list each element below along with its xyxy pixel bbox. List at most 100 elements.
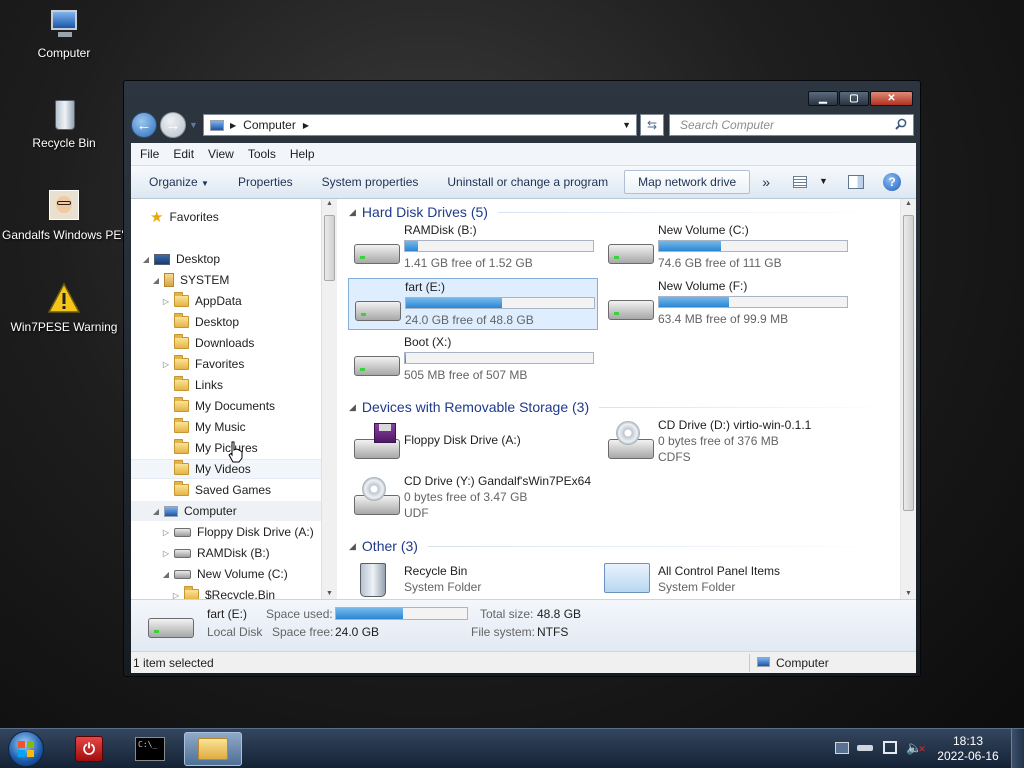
help-icon[interactable]: ? [883, 173, 901, 191]
tree-item-computer[interactable]: ◢ Computer [131, 501, 321, 521]
device-tile-cd-d[interactable]: CD Drive (D:) virtio-win-0.1.1 0 bytes f… [602, 417, 852, 469]
menu-file[interactable]: File [140, 147, 159, 161]
group-header-hard-disk-drives[interactable]: ◢ Hard Disk Drives (5) [349, 202, 889, 222]
other-tile-control-panel[interactable]: All Control Panel Items System Folder [602, 559, 852, 599]
tree-item-my-videos[interactable]: My Videos [131, 459, 321, 479]
close-button[interactable]: ✕ [870, 91, 913, 106]
properties-button[interactable]: Properties [238, 175, 293, 189]
expand-arrow-icon[interactable]: ▷ [171, 591, 181, 600]
scroll-thumb[interactable] [903, 215, 914, 511]
breadcrumb-chevron-icon[interactable]: ▶ [303, 121, 309, 130]
expand-arrow-icon[interactable]: ▷ [161, 528, 171, 537]
expand-arrow-icon[interactable]: ▷ [161, 297, 171, 306]
taskbar-shutdown-button[interactable]: ⏻ [60, 732, 118, 766]
back-button[interactable]: ← [131, 112, 157, 138]
group-header-other[interactable]: ◢ Other (3) [349, 536, 889, 556]
tree-item-system[interactable]: ◢ SYSTEM [151, 270, 229, 290]
nav-favorites[interactable]: ★ Favorites [150, 207, 219, 227]
drive-free-space: 24.0 GB free of 48.8 GB [405, 313, 534, 327]
collapse-arrow-icon[interactable]: ◢ [349, 541, 356, 552]
show-desktop-button[interactable] [1011, 729, 1024, 768]
breadcrumb-chevron-icon[interactable]: ▶ [230, 121, 236, 130]
maximize-button[interactable]: ▢ [839, 91, 869, 106]
tree-item-recycle-bin-folder[interactable]: ▷ $Recycle.Bin [171, 585, 275, 599]
system-properties-button[interactable]: System properties [322, 175, 419, 189]
device-tile-floppy-a[interactable]: Floppy Disk Drive (A:) [348, 417, 598, 469]
drive-tile-new-volume-c[interactable]: New Volume (C:) 74.6 GB free of 111 GB [602, 222, 852, 274]
scroll-thumb[interactable] [324, 215, 335, 281]
preview-pane-icon[interactable] [848, 175, 864, 189]
tree-item-new-volume-c[interactable]: ◢ New Volume (C:) [161, 564, 288, 584]
drive-name: RAMDisk (B:) [404, 223, 477, 237]
tree-item-ramdisk[interactable]: ▷ RAMDisk (B:) [161, 543, 270, 563]
drive-name: Boot (X:) [404, 335, 452, 349]
tray-network-icon[interactable] [835, 742, 849, 754]
expand-arrow-icon[interactable]: ▷ [161, 360, 171, 369]
refresh-button[interactable]: ⇆ [640, 114, 664, 136]
collapse-arrow-icon[interactable]: ◢ [141, 255, 151, 264]
tree-item-desktop-folder[interactable]: Desktop [161, 312, 239, 332]
collapse-arrow-icon[interactable]: ◢ [161, 570, 171, 579]
tree-item-downloads[interactable]: Downloads [161, 333, 254, 353]
tree-item-floppy[interactable]: ▷ Floppy Disk Drive (A:) [161, 522, 314, 542]
organize-button[interactable]: Organize ▼ [149, 175, 209, 189]
menu-help[interactable]: Help [290, 147, 315, 161]
taskbar-cmd-button[interactable]: C:\_ [121, 732, 179, 766]
desktop-icon-warning[interactable]: Win7PESE Warning [4, 282, 124, 334]
tree-item-desktop[interactable]: ◢ Desktop [141, 249, 220, 269]
view-dropdown-icon[interactable]: ▼ [819, 176, 828, 186]
tree-item-favorites[interactable]: ▷ Favorites [161, 354, 244, 374]
collapse-arrow-icon[interactable]: ◢ [349, 402, 356, 413]
content-scrollbar[interactable]: ▲ ▼ [900, 199, 916, 599]
drive-tile-new-volume-f[interactable]: New Volume (F:) 63.4 MB free of 99.9 MB [602, 278, 852, 330]
address-bar[interactable]: ▶ Computer ▶ ▼ [203, 114, 637, 136]
details-space-free-label: Space free: [272, 625, 334, 639]
group-header-removable-storage[interactable]: ◢ Devices with Removable Storage (3) [349, 397, 889, 417]
tray-volume-muted-icon[interactable]: 🔈✕ [906, 740, 926, 756]
collapse-arrow-icon[interactable]: ◢ [151, 276, 161, 285]
drive-tile-ramdisk-b[interactable]: RAMDisk (B:) 1.41 GB free of 1.52 GB [348, 222, 598, 274]
collapse-arrow-icon[interactable]: ◢ [349, 207, 356, 218]
collapse-arrow-icon[interactable]: ◢ [151, 507, 161, 516]
tree-item-links[interactable]: Links [161, 375, 223, 395]
drive-free-space: 74.6 GB free of 111 GB [658, 256, 782, 270]
navigation-scrollbar[interactable]: ▲ ▼ [321, 199, 337, 599]
desktop-icon-recycle-bin[interactable]: Recycle Bin [4, 98, 124, 150]
scroll-up-arrow[interactable]: ▲ [326, 200, 333, 207]
menu-view[interactable]: View [208, 147, 234, 161]
search-input[interactable]: Search Computer [669, 114, 914, 136]
tray-monitor-icon[interactable] [883, 741, 897, 754]
minimize-button[interactable]: ▁ [808, 91, 838, 106]
menu-tools[interactable]: Tools [248, 147, 276, 161]
uninstall-program-button[interactable]: Uninstall or change a program [447, 175, 608, 189]
tree-item-my-documents[interactable]: My Documents [161, 396, 275, 416]
device-tile-cd-y[interactable]: CD Drive (Y:) Gandalf'sWin7PEx64 0 bytes… [348, 473, 598, 525]
drive-tile-fart-e[interactable]: fart (E:) 24.0 GB free of 48.8 GB [348, 278, 598, 330]
desktop-icon-gandalfs-pe[interactable]: Gandalfs Windows PE's [2, 190, 130, 242]
floppy-drive-icon [174, 527, 191, 537]
tray-clock[interactable]: 18:13 2022-06-16 [932, 734, 1004, 764]
more-commands-button[interactable]: » [762, 174, 770, 190]
forward-button[interactable]: → [160, 112, 186, 138]
expand-arrow-icon[interactable]: ▷ [161, 549, 171, 558]
map-network-drive-button[interactable]: Map network drive [624, 170, 751, 194]
tree-item-my-music[interactable]: My Music [161, 417, 246, 437]
tray-drive-icon[interactable] [857, 745, 873, 751]
scroll-down-arrow[interactable]: ▼ [326, 590, 333, 597]
breadcrumb-computer[interactable]: Computer [243, 118, 296, 132]
desktop-icon-label: Computer [37, 46, 91, 60]
tree-item-appdata[interactable]: ▷ AppData [161, 291, 242, 311]
tree-item-saved-games[interactable]: Saved Games [161, 480, 271, 500]
taskbar-explorer-button[interactable] [184, 732, 242, 766]
tree-label: RAMDisk (B:) [197, 546, 270, 560]
scroll-up-arrow[interactable]: ▲ [905, 200, 912, 207]
menu-edit[interactable]: Edit [173, 147, 194, 161]
drive-tile-boot-x[interactable]: Boot (X:) 505 MB free of 507 MB [348, 334, 598, 386]
other-tile-recycle-bin[interactable]: Recycle Bin System Folder [348, 559, 598, 599]
recent-pages-dropdown[interactable]: ▼ [189, 120, 198, 130]
scroll-down-arrow[interactable]: ▼ [905, 590, 912, 597]
start-button[interactable] [0, 731, 52, 767]
address-dropdown-icon[interactable]: ▼ [622, 120, 631, 130]
desktop-icon-computer[interactable]: Computer [4, 8, 124, 60]
view-options-icon[interactable] [793, 176, 807, 188]
